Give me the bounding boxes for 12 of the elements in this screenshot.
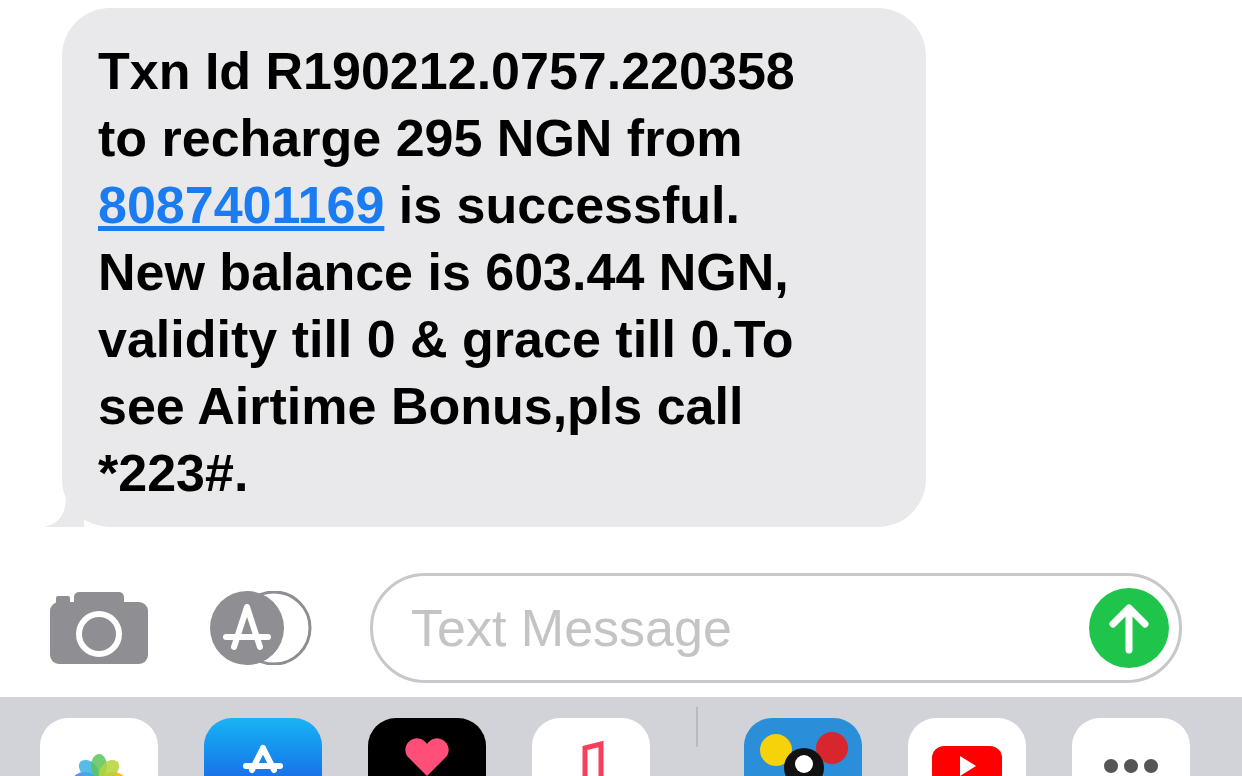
phone-link[interactable]: 8087401169	[98, 176, 385, 234]
photos-app-icon[interactable]	[40, 718, 158, 776]
music-app-icon[interactable]	[532, 718, 650, 776]
message-text: Txn Id R190212.0757.220358 to recharge 295 NGN from 8087401169 is successful. New balance is 603.44 NGN, validity till 0 & grace till 0.To see Airtime Bonus,pls call *223#.	[98, 41, 796, 504]
text-message-input[interactable]: Text Message	[411, 589, 1089, 667]
heart-app-icon[interactable]	[368, 718, 486, 776]
more-apps-icon[interactable]	[1072, 718, 1190, 776]
video-app-icon[interactable]	[908, 718, 1026, 776]
app-store-icon[interactable]	[204, 718, 322, 776]
camera-icon[interactable]	[50, 592, 148, 664]
message-composer[interactable]: Text Message	[370, 573, 1182, 683]
billiards-app-icon[interactable]	[744, 718, 862, 776]
